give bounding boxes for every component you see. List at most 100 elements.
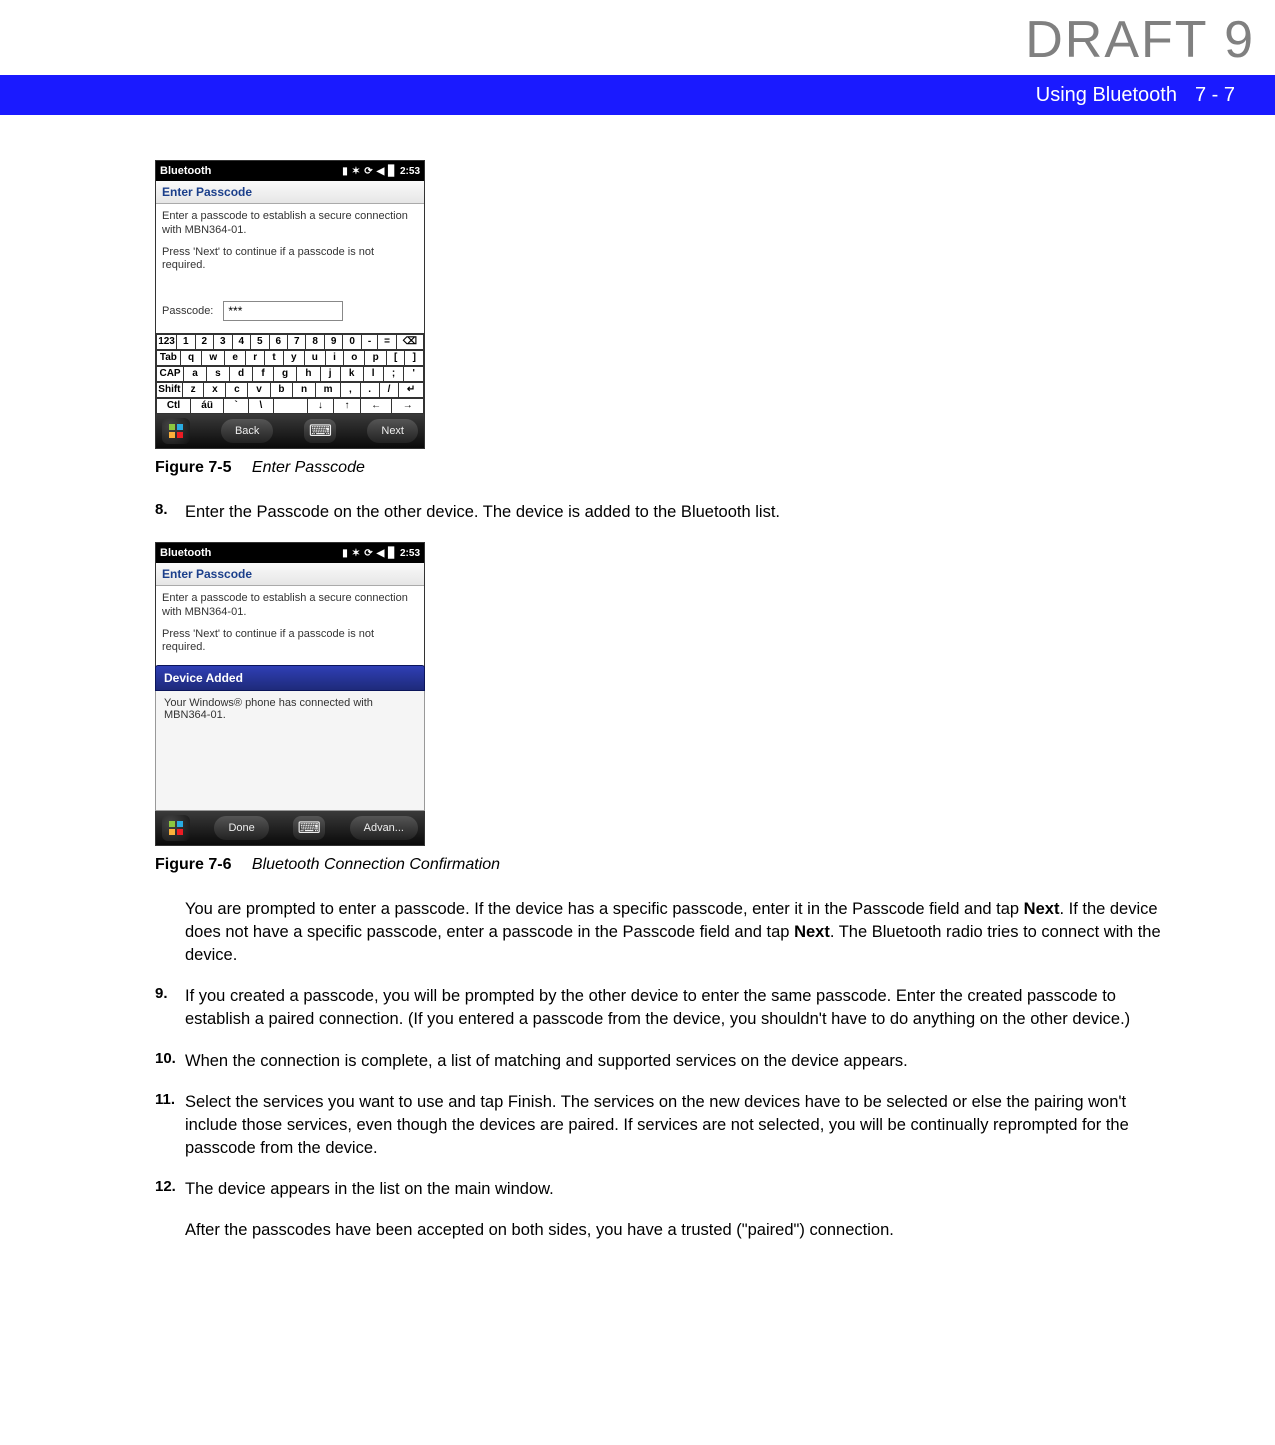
volume-icon: ◀ xyxy=(377,548,385,559)
kb-row-4: Shiftzxcvbnm,./↵ xyxy=(156,382,424,398)
keyboard-key[interactable]: c xyxy=(226,382,248,398)
keyboard-key[interactable]: z xyxy=(183,382,205,398)
keyboard-key[interactable] xyxy=(274,398,308,414)
paragraph-after-figure-7-6: You are prompted to enter a passcode. If… xyxy=(185,898,1175,967)
phone-titlebar: Enter Passcode xyxy=(156,181,424,204)
keyboard-key[interactable]: i xyxy=(326,350,344,366)
keyboard-key[interactable]: . xyxy=(361,382,380,398)
keyboard-key[interactable]: Shift xyxy=(156,382,183,398)
keyboard-key[interactable]: 3 xyxy=(214,334,232,350)
phone-body: Enter a passcode to establish a secure c… xyxy=(156,204,424,333)
next-button[interactable]: Next xyxy=(367,419,418,443)
keyboard-key[interactable]: x xyxy=(204,382,226,398)
figure-7-6-screenshot: Bluetooth ▮ ✶ ⟳ ◀ ▊ 2:53 Enter Passcode … xyxy=(155,542,425,846)
step-number: 9. xyxy=(155,985,185,1031)
done-button[interactable]: Done xyxy=(214,816,268,840)
windows-icon xyxy=(168,820,184,836)
step-text: When the connection is complete, a list … xyxy=(185,1050,908,1073)
step-9: 9. If you created a passcode, you will b… xyxy=(155,985,1175,1031)
statusbar-icons: ▮ ✶ ⟳ ◀ ▊ 2:53 xyxy=(342,166,420,177)
keyboard-key[interactable]: ← xyxy=(361,398,393,414)
keyboard-key[interactable]: [ xyxy=(387,350,406,366)
keyboard-key[interactable]: e xyxy=(225,350,246,366)
step-11: 11. Select the services you want to use … xyxy=(155,1091,1175,1160)
keyboard-key[interactable]: Ctl xyxy=(156,398,191,414)
keyboard-key[interactable]: k xyxy=(341,366,364,382)
keyboard-key[interactable]: q xyxy=(181,350,202,366)
keyboard-key[interactable]: s xyxy=(207,366,230,382)
keyboard-key[interactable]: w xyxy=(202,350,225,366)
passcode-input[interactable] xyxy=(223,301,343,321)
step-number: 12. xyxy=(155,1178,185,1201)
keyboard-key[interactable]: v xyxy=(248,382,270,398)
keyboard-key[interactable]: 4 xyxy=(233,334,251,350)
keyboard-key[interactable]: 8 xyxy=(306,334,324,350)
keyboard-key[interactable]: / xyxy=(380,382,399,398)
phone-statusbar: Bluetooth ▮ ✶ ⟳ ◀ ▊ 2:53 xyxy=(156,543,424,563)
keyboard-key[interactable]: → xyxy=(392,398,424,414)
keyboard-key[interactable]: ↓ xyxy=(308,398,335,414)
keyboard-key[interactable]: 1 xyxy=(177,334,195,350)
keyboard-key[interactable]: = xyxy=(378,334,397,350)
keyboard-key[interactable]: u xyxy=(305,350,326,366)
keyboard-key[interactable]: áü xyxy=(191,398,224,414)
keyboard-key[interactable]: ; xyxy=(384,366,405,382)
keyboard-key[interactable]: l xyxy=(364,366,384,382)
keyboard-toggle-button[interactable]: ⌨ xyxy=(293,816,325,840)
keyboard-key[interactable]: ] xyxy=(405,350,424,366)
keyboard-key[interactable]: n xyxy=(293,382,316,398)
keyboard-key[interactable]: o xyxy=(344,350,365,366)
statusbar-app-title: Bluetooth xyxy=(160,547,211,559)
start-button[interactable] xyxy=(162,418,190,444)
phone-body: Enter a passcode to establish a secure c… xyxy=(156,586,424,665)
keyboard-key[interactable]: t xyxy=(265,350,284,366)
step-number: 10. xyxy=(155,1050,185,1073)
kb-row-2: Tabqwertyuiop[] xyxy=(156,350,424,366)
statusbar-time: 2:53 xyxy=(400,548,420,559)
keyboard-key[interactable]: d xyxy=(230,366,253,382)
keyboard-key[interactable]: p xyxy=(365,350,386,366)
figure-7-5-screenshot: Bluetooth ▮ ✶ ⟳ ◀ ▊ 2:53 Enter Passcode … xyxy=(155,160,425,449)
keyboard-key[interactable]: \ xyxy=(249,398,273,414)
keyboard-key[interactable]: ` xyxy=(224,398,249,414)
keyboard-key[interactable]: ↵ xyxy=(399,382,424,398)
on-screen-keyboard[interactable]: 1231234567890-=⌫ Tabqwertyuiop[] CAPasdf… xyxy=(156,333,424,414)
back-button[interactable]: Back xyxy=(221,419,273,443)
keyboard-key[interactable]: 0 xyxy=(343,334,361,350)
keyboard-key[interactable]: , xyxy=(341,382,360,398)
header-page-number: 7 - 7 xyxy=(1195,84,1235,107)
keyboard-key[interactable]: 9 xyxy=(325,334,343,350)
keyboard-key[interactable]: y xyxy=(284,350,305,366)
keyboard-key[interactable]: m xyxy=(316,382,341,398)
keyboard-key[interactable]: 2 xyxy=(196,334,214,350)
keyboard-key[interactable]: ' xyxy=(404,366,424,382)
keyboard-key[interactable]: a xyxy=(184,366,207,382)
keyboard-key[interactable]: h xyxy=(297,366,320,382)
keyboard-key[interactable]: ⌫ xyxy=(397,334,424,350)
keyboard-key[interactable]: j xyxy=(321,366,341,382)
keyboard-key[interactable]: Tab xyxy=(156,350,181,366)
instruction-line-2: Press 'Next' to continue if a passcode i… xyxy=(162,628,418,656)
keyboard-key[interactable]: r xyxy=(246,350,265,366)
step-text: If you created a passcode, you will be p… xyxy=(185,985,1175,1031)
statusbar-app-title: Bluetooth xyxy=(160,165,211,177)
advanced-button[interactable]: Advan... xyxy=(350,816,418,840)
keyboard-key[interactable]: 5 xyxy=(251,334,269,350)
keyboard-key[interactable]: b xyxy=(271,382,294,398)
keyboard-key[interactable]: f xyxy=(253,366,274,382)
phone-statusbar: Bluetooth ▮ ✶ ⟳ ◀ ▊ 2:53 xyxy=(156,161,424,181)
keyboard-key[interactable]: 123 xyxy=(156,334,177,350)
keyboard-key[interactable]: - xyxy=(362,334,378,350)
keyboard-toggle-button[interactable]: ⌨ xyxy=(304,419,336,443)
keyboard-key[interactable]: CAP xyxy=(156,366,184,382)
windows-icon xyxy=(168,423,184,439)
device-added-banner: Device Added xyxy=(155,665,425,691)
keyboard-key[interactable]: ↑ xyxy=(334,398,361,414)
trailing-paragraph: After the passcodes have been accepted o… xyxy=(185,1219,1175,1242)
start-button[interactable] xyxy=(162,815,190,841)
text-fragment: You are prompted to enter a passcode. If… xyxy=(185,900,1024,918)
keyboard-key[interactable]: g xyxy=(274,366,297,382)
keyboard-key[interactable]: 7 xyxy=(288,334,306,350)
keyboard-key[interactable]: 6 xyxy=(270,334,288,350)
step-number: 11. xyxy=(155,1091,185,1160)
